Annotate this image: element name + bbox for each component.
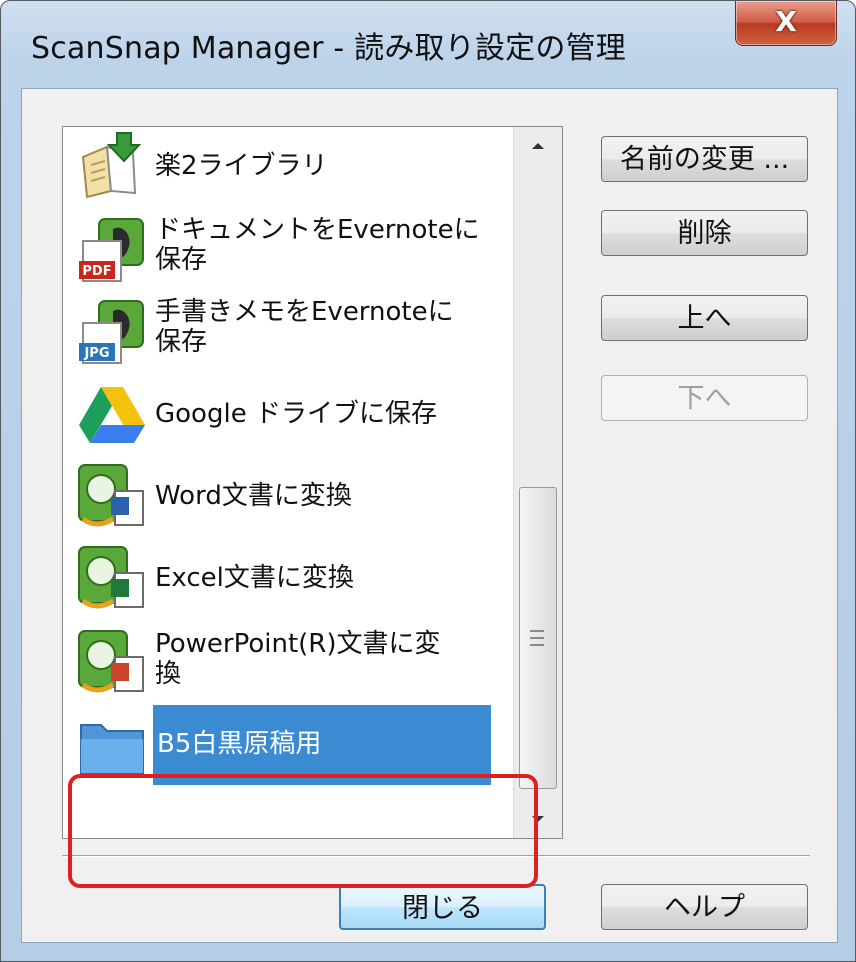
title-bar[interactable]: ScanSnap Manager - 読み取り設定の管理 X: [1, 1, 855, 89]
rename-button[interactable]: 名前の変更 ...: [601, 136, 808, 182]
rakuraku-library-icon: [81, 132, 142, 199]
list-item[interactable]: PowerPoint(R)文書に変 換: [63, 619, 513, 705]
list-item-label: 楽2ライブラリ: [155, 151, 328, 181]
powerpoint-convert-icon: [78, 630, 144, 693]
list-item-label: ドキュメントをEvernoteに 保存: [155, 215, 480, 275]
list-scrollbar[interactable]: [513, 127, 562, 838]
google-drive-icon: [79, 387, 145, 443]
close-icon: X: [775, 5, 797, 38]
word-convert-icon: [78, 464, 144, 527]
list-item-label: Google ドライブに保存: [155, 399, 437, 429]
jpg-badge: JPG: [83, 346, 109, 361]
list-item-label: PowerPoint(R)文書に変 換: [155, 629, 441, 689]
list-item-label: Word文書に変換: [155, 481, 352, 511]
list-item-label: 手書きメモをEvernoteに 保存: [155, 297, 454, 357]
callout-highlight-frame: [68, 774, 538, 888]
move-up-button[interactable]: 上へ: [601, 295, 808, 341]
dialog-client-area: 楽2ライブラリ PDF ドキュメントをEvernoteに 保存 JPG 手書きメ…: [21, 88, 838, 943]
list-item[interactable]: Word文書に変換: [63, 455, 513, 537]
arrow-up-icon: [532, 143, 544, 149]
grip-icon: [530, 630, 544, 646]
scroll-up-button[interactable]: [514, 127, 562, 167]
list-item[interactable]: JPG 手書きメモをEvernoteに 保存: [63, 291, 513, 373]
folder-icon: [80, 724, 144, 774]
move-down-button[interactable]: 下へ: [601, 375, 808, 421]
scroll-thumb[interactable]: [519, 487, 557, 789]
profile-list[interactable]: 楽2ライブラリ PDF ドキュメントをEvernoteに 保存 JPG 手書きメ…: [62, 126, 563, 839]
close-window-button[interactable]: X: [735, 1, 837, 46]
list-item-label: B5白黒原稿用: [157, 729, 322, 759]
close-button[interactable]: 閉じる: [339, 884, 546, 930]
evernote-jpg-icon: JPG: [79, 300, 144, 364]
list-item[interactable]: PDF ドキュメントをEvernoteに 保存: [63, 209, 513, 291]
evernote-pdf-icon: PDF: [79, 218, 144, 282]
help-button[interactable]: ヘルプ: [601, 884, 808, 930]
window-title: ScanSnap Manager - 読み取り設定の管理: [31, 31, 626, 66]
list-item[interactable]: Excel文書に変換: [63, 537, 513, 619]
excel-convert-icon: [78, 546, 144, 609]
delete-button[interactable]: 削除: [601, 210, 808, 256]
pdf-badge: PDF: [82, 264, 111, 279]
list-item[interactable]: 楽2ライブラリ: [63, 127, 513, 209]
dialog-window: ScanSnap Manager - 読み取り設定の管理 X 楽2ライブラリ P…: [0, 0, 856, 962]
list-item-label: Excel文書に変換: [155, 563, 354, 593]
list-item[interactable]: Google ドライブに保存: [63, 373, 513, 455]
